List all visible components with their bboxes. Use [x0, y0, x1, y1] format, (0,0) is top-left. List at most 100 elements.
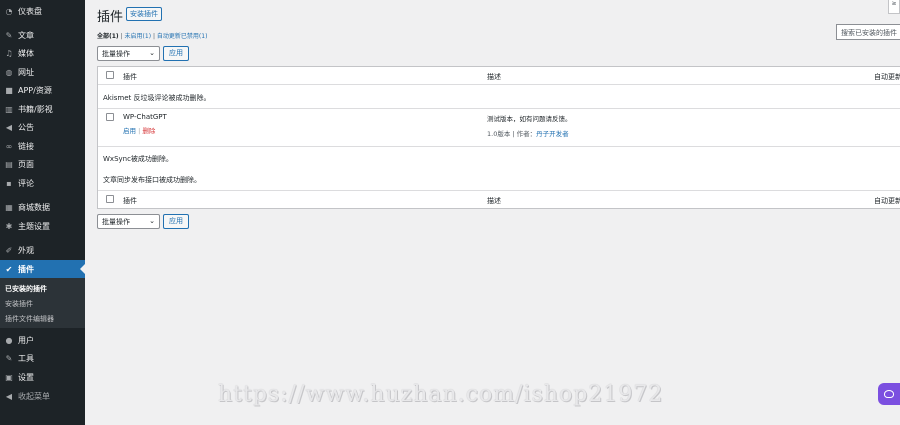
plugins-submenu: 已安装的插件 安装插件 插件文件编辑器 [0, 278, 85, 328]
pin-icon: ✎ [5, 30, 13, 40]
user-icon: ● [5, 335, 13, 345]
divider [98, 84, 900, 85]
row-checkbox[interactable] [106, 113, 114, 121]
add-plugin-button[interactable]: 安装插件 [126, 7, 162, 21]
menu-label: 商城数据 [18, 202, 50, 212]
search-plugins-input[interactable]: 搜索已安装的插件 [836, 24, 900, 40]
settings-icon: ▣ [5, 372, 13, 382]
menu-label: 评论 [18, 178, 34, 188]
filter-inactive[interactable]: 未启用(1) [125, 33, 152, 40]
bulk-actions-select-top[interactable]: 批量操作 ⌄ [97, 46, 160, 61]
filter-all-label: 全部 [97, 33, 110, 40]
menu-label: 主题设置 [18, 221, 50, 231]
menu-settings[interactable]: ▣ 设置 [0, 368, 85, 386]
floating-assistant-button[interactable] [878, 383, 900, 405]
menu-theme-settings[interactable]: ✱ 主题设置 [0, 217, 85, 235]
select-all-checkbox[interactable] [106, 71, 114, 79]
table-icon: ▦ [5, 202, 13, 212]
activate-link[interactable]: 启用 [123, 127, 136, 135]
column-auto-update-footer: 自动更新 [874, 197, 900, 205]
menu-label: 页面 [18, 159, 34, 169]
submenu-plugin-editor[interactable]: 插件文件编辑器 [5, 314, 54, 324]
menu-plugins[interactable]: ✔ 插件 [0, 260, 85, 278]
column-auto-update: 自动更新 [874, 73, 900, 81]
gear-icon: ✱ [5, 221, 13, 231]
author-link[interactable]: 丹子开发者 [536, 130, 569, 138]
filter-inactive-label: 未启用 [124, 33, 143, 40]
admin-sidebar: ◔ 仪表盘 ✎ 文章 ♫ 媒体 ◍ 网址 ■ APP/资源 ▥ 书籍/影视 ◀ 公告 ∞ 链接 … [0, 0, 85, 425]
wrench-icon: ✎ [5, 353, 13, 363]
submenu-add-plugins[interactable]: 安装插件 [5, 299, 33, 309]
table-header: 插件 描述 自动更新 [98, 67, 900, 84]
delete-link[interactable]: 删除 [142, 127, 155, 135]
plugin-meta: 1.0版本 | 作者：丹子开发者 [487, 128, 569, 138]
menu-label: 网址 [18, 67, 34, 77]
select-all-checkbox-bottom[interactable] [106, 195, 114, 203]
menu-label: 仪表盘 [18, 6, 42, 16]
menu-label: 链接 [18, 141, 34, 151]
menu-label: 用户 [18, 335, 34, 345]
menu-appearance[interactable]: ✐ 外观 [0, 241, 85, 259]
apply-button-top[interactable]: 应用 [163, 46, 189, 61]
menu-label: 书籍/影视 [18, 104, 53, 114]
menu-posts[interactable]: ✎ 文章 [0, 26, 85, 44]
menu-books[interactable]: ▥ 书籍/影视 [0, 100, 85, 118]
filter-auto-update-label: 自动更新已禁用 [156, 33, 199, 40]
submenu-installed-plugins[interactable]: 已安装的插件 [5, 284, 47, 294]
menu-app[interactable]: ■ APP/资源 [0, 81, 85, 99]
chevron-down-icon: ⌄ [149, 217, 155, 225]
plugin-status-filters: 全部(1) | 未启用(1) | 自动更新已禁用(1) [97, 31, 207, 40]
globe-icon: ◍ [5, 67, 13, 77]
divider [98, 146, 900, 147]
comment-icon: ▪ [6, 178, 12, 188]
menu-label: 公告 [18, 122, 34, 132]
menu-comments[interactable]: ▪ 评论 [0, 174, 85, 192]
plugin-description: 测试版本，如有问题请反馈。 [487, 115, 572, 123]
filter-all-count: (1) [109, 33, 119, 40]
column-description: 描述 [487, 73, 501, 81]
menu-label: 媒体 [18, 48, 34, 58]
menu-label: 插件 [18, 264, 34, 274]
screen-options-button[interactable]: ≥ [888, 0, 900, 14]
chevron-down-icon: ⌄ [149, 49, 155, 57]
menu-dashboard[interactable]: ◔ 仪表盘 [0, 2, 85, 20]
plugin-icon: ✔ [5, 264, 13, 274]
filter-auto-update-disabled[interactable]: 自动更新已禁用(1) [157, 33, 208, 40]
menu-shop-data[interactable]: ▦ 商城数据 [0, 198, 85, 216]
bulk-actions-label: 批量操作 [102, 218, 130, 226]
menu-links[interactable]: ∞ 链接 [0, 137, 85, 155]
watermark: https://www.huzhan.com/ishop21972 [218, 382, 664, 407]
deleted-notice-wxsync: WxSync被成功删除。 [103, 155, 173, 163]
menu-collapse[interactable]: ◀ 收起菜单 [0, 387, 85, 405]
bulk-actions-label: 批量操作 [102, 50, 130, 58]
brush-icon: ✐ [5, 245, 13, 255]
table-footer: 插件 描述 自动更新 [98, 191, 900, 208]
plugins-table: 插件 描述 自动更新 Akismet 反垃圾评论被成功删除。 WP-ChatGP… [97, 66, 900, 209]
deleted-notice-akismet: Akismet 反垃圾评论被成功删除。 [103, 94, 211, 102]
filter-all[interactable]: 全部(1) [97, 33, 119, 40]
menu-label: 文章 [18, 30, 34, 40]
apply-button-bottom[interactable]: 应用 [163, 214, 189, 229]
megaphone-icon: ◀ [5, 122, 13, 132]
menu-pages[interactable]: ▤ 页面 [0, 155, 85, 173]
menu-label: 外观 [18, 245, 34, 255]
divider [98, 108, 900, 109]
book-icon: ▥ [5, 104, 13, 114]
menu-label: 设置 [18, 372, 34, 382]
bulk-actions-select-bottom[interactable]: 批量操作 ⌄ [97, 214, 160, 229]
menu-bulletin[interactable]: ◀ 公告 [0, 118, 85, 136]
column-plugin-footer[interactable]: 插件 [123, 196, 137, 206]
media-icon: ♫ [5, 48, 13, 58]
plugin-version: 1.0版本 | 作者： [487, 130, 537, 138]
menu-sites[interactable]: ◍ 网址 [0, 63, 85, 81]
plugin-name: WP-ChatGPT [123, 113, 167, 121]
menu-tools[interactable]: ✎ 工具 [0, 349, 85, 367]
menu-users[interactable]: ● 用户 [0, 331, 85, 349]
cloud-icon [884, 390, 894, 398]
menu-media[interactable]: ♫ 媒体 [0, 44, 85, 62]
page-title: 插件 [97, 10, 124, 25]
main-content: 插件 安装插件 ≥ 全部(1) | 未启用(1) | 自动更新已禁用(1) 搜索… [85, 0, 900, 425]
filter-inactive-count: (1) [142, 33, 152, 40]
column-plugin[interactable]: 插件 [123, 72, 137, 82]
menu-label: APP/资源 [18, 85, 52, 95]
